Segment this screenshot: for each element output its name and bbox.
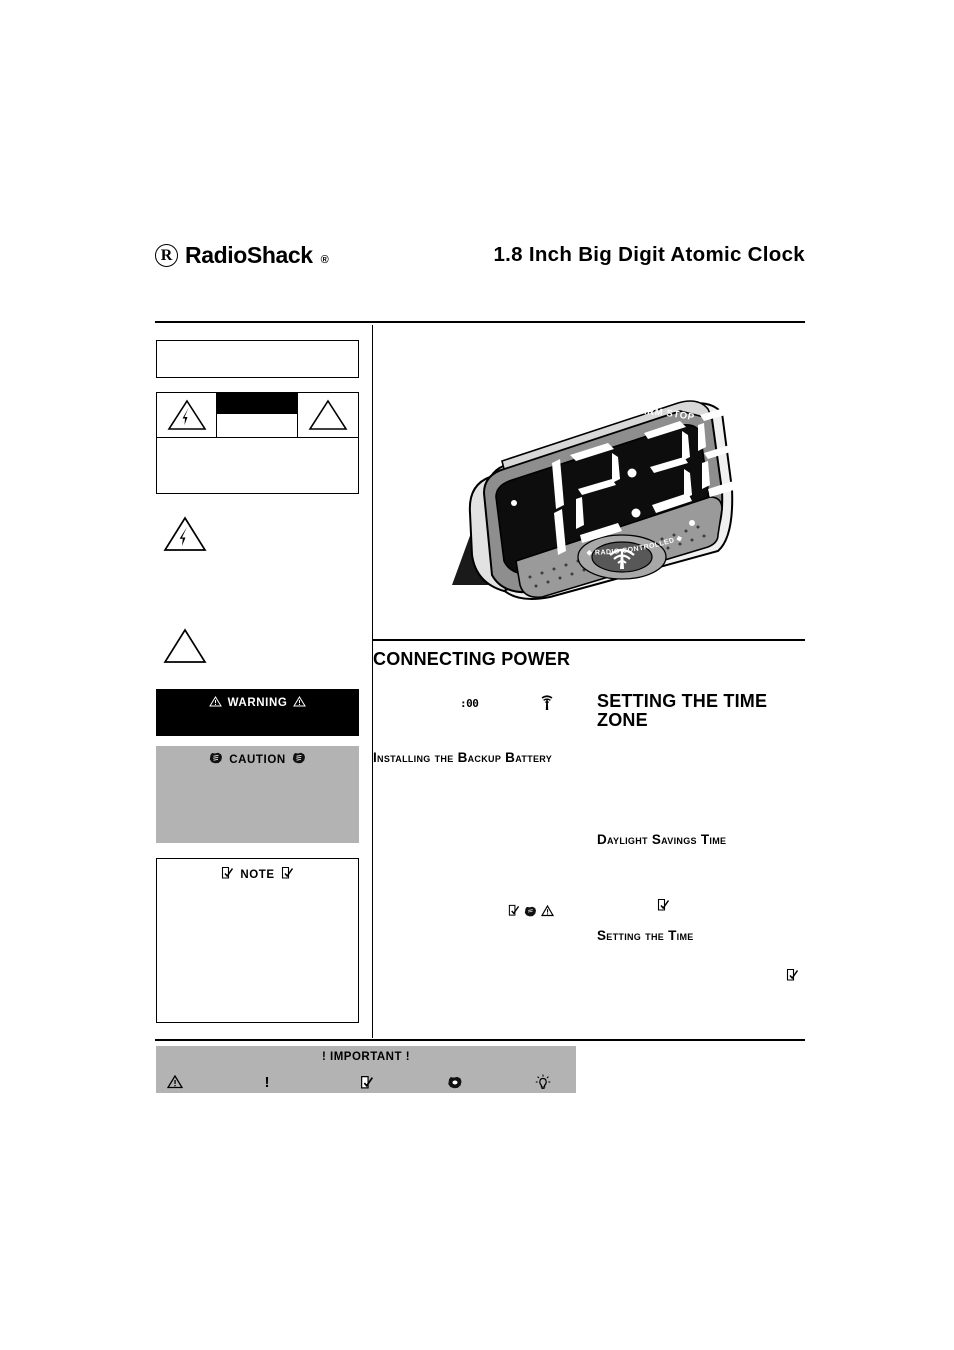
antenna-signal-icon [540, 694, 554, 717]
symbol-cell-shock [157, 393, 217, 437]
important-legend-bar: ! IMPORTANT ! ! [156, 1046, 576, 1093]
exclamation-icon: ! [264, 1073, 270, 1091]
legend-icon-row: ! [164, 1072, 568, 1092]
redacted-text-bar [217, 393, 297, 414]
registered-r-icon: R [155, 244, 178, 267]
blot-icon [444, 1072, 466, 1092]
manual-page: R RadioShack ® 1.8 Inch Big Digit Atomic… [0, 0, 954, 1350]
note-label: NOTE [240, 868, 275, 881]
page-header: R RadioShack ® 1.8 Inch Big Digit Atomic… [155, 238, 805, 280]
note-page-icon [356, 1072, 378, 1092]
column-divider [372, 325, 374, 1038]
registered-mark: ® [320, 254, 329, 266]
brand-name: RadioShack [185, 242, 313, 268]
subheading-setting-the-time: Setting the Time [597, 928, 694, 943]
page-title: 1.8 Inch Big Digit Atomic Clock [493, 243, 805, 266]
inline-icon-cluster [508, 904, 555, 922]
blot-icon [209, 752, 223, 767]
symbol-key-box [156, 392, 359, 494]
lightbulb-icon [532, 1072, 554, 1092]
header-rule [155, 321, 805, 324]
legend-title: ! IMPORTANT ! [321, 1051, 411, 1063]
note-page-icon [221, 866, 234, 883]
section-rule [373, 639, 805, 642]
alert-triangle-icon [208, 696, 222, 710]
alert-triangle-icon [308, 399, 348, 431]
lightning-bolt-triangle-icon [163, 516, 207, 558]
note-page-icon [508, 904, 520, 922]
alert-triangle-icon [163, 628, 207, 670]
blot-icon [524, 904, 537, 922]
warning-label: WARNING [227, 697, 288, 709]
alert-triangle-icon [540, 904, 555, 922]
subheading-installing-backup-battery: Installing the Backup Battery [373, 750, 553, 765]
footer-rule [155, 1039, 805, 1042]
warning-banner: WARNING [156, 689, 359, 736]
heading-setting-time-zone: SETTING THE TIME ZONE [597, 691, 768, 731]
heading-connecting-power: CONNECTING POWER [373, 649, 571, 669]
lightning-bolt-triangle-icon [167, 399, 207, 431]
note-page-icon [657, 898, 670, 917]
lcd-fragment-text: :00 [460, 697, 479, 710]
subheading-daylight-savings-time: Daylight Savings Time [597, 832, 727, 847]
brand-logo: R RadioShack ® [155, 242, 329, 269]
blot-icon [292, 752, 306, 767]
alert-triangle-icon [164, 1072, 186, 1092]
atomic-clock-product-illustration: SNOOZE/ALARM STOP ◆ RADIO CONTROLLED ◆ [430, 385, 800, 635]
caution-banner: CAUTION [156, 746, 359, 843]
note-box: NOTE [156, 858, 359, 1023]
note-page-icon [281, 866, 294, 883]
blank-callout-box [156, 340, 359, 378]
symbol-cell-alert [298, 393, 358, 437]
note-page-icon [786, 968, 799, 987]
symbol-cell-redacted [217, 393, 298, 437]
symbol-key-row [157, 393, 358, 438]
alert-triangle-icon [293, 696, 307, 710]
caution-label: CAUTION [229, 753, 286, 766]
